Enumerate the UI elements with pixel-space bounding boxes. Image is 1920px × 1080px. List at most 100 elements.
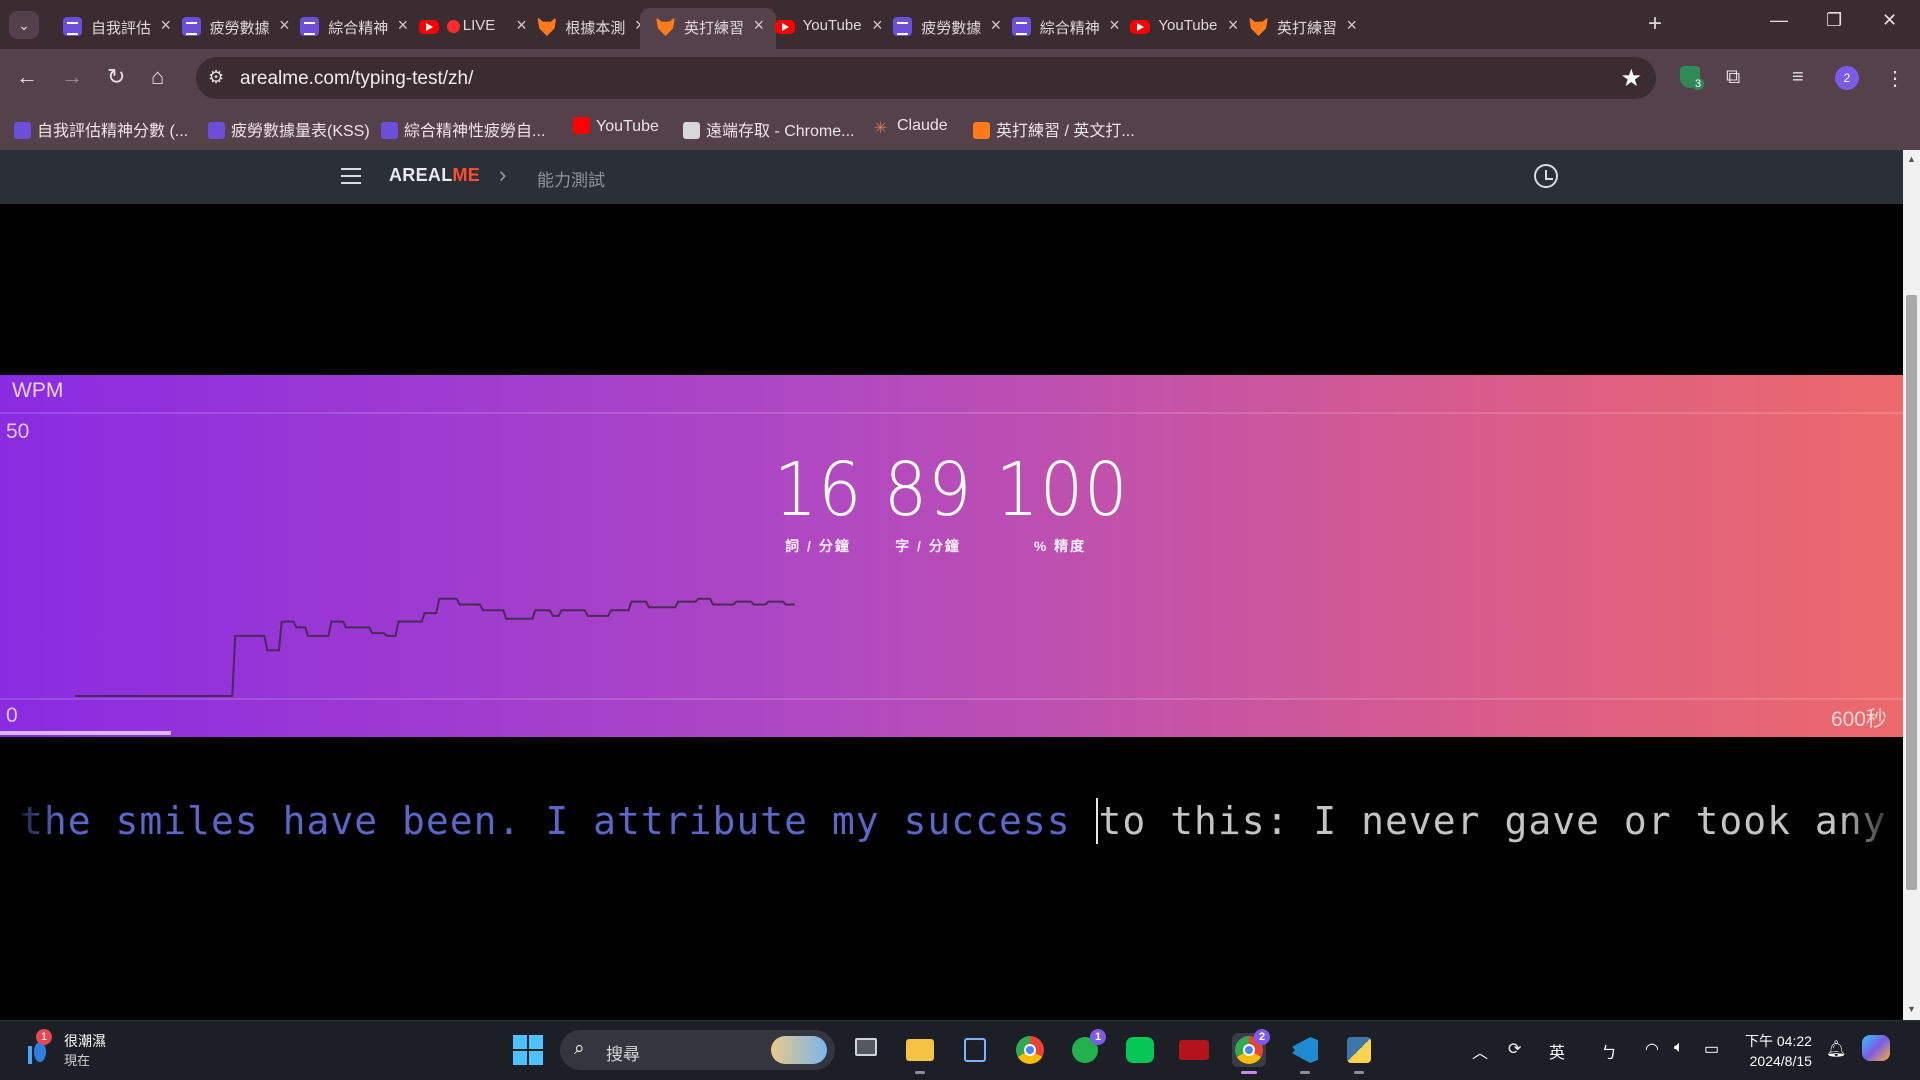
restore-button[interactable]: ❐ [1826,10,1842,31]
doc-icon [63,17,82,36]
stat-value: 16 [773,447,863,533]
profile-avatar[interactable]: 2 [1835,66,1859,90]
extensions-puzzle-icon[interactable]: ⧉ [1726,66,1740,89]
scroll-thumb[interactable] [1906,295,1917,890]
browser-tab[interactable]: 英打練習 × [1233,8,1369,44]
browser-tab[interactable]: YouTube × [759,8,895,44]
browser-tab[interactable]: 自我評估精× [47,8,183,44]
wifi-icon[interactable]: ◠ [1645,1039,1659,1059]
notification-bell-icon[interactable]: 🔔︎ [1826,1039,1846,1059]
browser-tab[interactable]: 綜合精神 × [996,8,1132,44]
clock-time: 下午 04:22 [1745,1033,1812,1049]
tab-title: 疲勞數據 [209,20,270,37]
scroll-up-arrow[interactable]: ▲ [1907,154,1916,164]
claude-icon: ✳ [874,120,888,137]
red-app-icon[interactable] [1177,1033,1211,1067]
weather-title: 很潮濕 [64,1033,106,1049]
chrome-app-icon[interactable] [1013,1033,1047,1067]
new-tab-button[interactable]: + [1648,10,1662,38]
pending-text: to this: I never gave or took any excuse… [1098,799,1900,843]
site-info-icon[interactable]: ⚙ [208,67,224,88]
site-logo[interactable]: AREALME [389,165,480,186]
scroll-down-arrow[interactable]: ▼ [1907,1004,1916,1014]
chrome-active-icon[interactable]: 2 [1232,1029,1270,1074]
search-highlight-image [771,1036,827,1064]
xbox-icon[interactable]: 1 [1068,1029,1106,1067]
extension-shield-icon[interactable]: 3 [1680,66,1705,94]
bookmark-label: Claude [897,117,948,134]
taskbar-search[interactable]: ⌕ 搜尋 [560,1030,835,1070]
browser-tab[interactable]: YouTube × [1114,8,1250,44]
bookmark-item[interactable]: 遠端存取 - Chrome... [683,117,854,141]
minimize-button[interactable]: — [1770,10,1788,31]
fox-icon [537,17,557,36]
back-button[interactable]: ← [16,64,38,90]
home-button[interactable]: ⌂ [151,64,164,90]
typed-text: the smiles have been. I attribute my suc… [20,799,1095,843]
typing-text-line[interactable]: the smiles have been. I attribute my suc… [20,798,1900,858]
start-button[interactable] [513,1035,543,1065]
browser-tab[interactable]: 疲勞數據 × [166,8,302,44]
weather-subtitle: 現在 [64,1053,91,1068]
copilot-icon[interactable] [1862,1035,1890,1066]
doc-icon [300,17,320,36]
bookmark-star-icon[interactable]: ★ [1620,64,1642,93]
battery-icon[interactable]: ▭ [1704,1039,1719,1059]
forward-button[interactable]: → [61,64,83,90]
bookmark-item[interactable]: YouTube [573,117,659,141]
file-explorer-icon[interactable] [903,1033,937,1074]
ime-mode[interactable]: ㄅ [1601,1039,1617,1063]
close-window-button[interactable]: ✕ [1882,10,1897,31]
bookmark-item[interactable]: 英打練習 / 英文打... [973,117,1135,141]
volume-icon[interactable]: 🔈︎ [1674,1039,1684,1057]
stat-label: % 精度 [1033,538,1087,554]
url-text[interactable]: arealme.com/typing-test/zh/ [240,68,473,90]
clock[interactable]: 下午 04:22 2024/8/15 [1745,1031,1812,1071]
browser-tab[interactable]: 綜合精神 × [284,8,420,44]
remote-icon [683,122,700,139]
bookmark-item[interactable]: 疲勞數據量表(KSS) [208,117,370,141]
bookmark-label: 疲勞數據量表(KSS) [231,123,370,140]
media-control-icon[interactable]: ≡ [1792,66,1804,89]
tab-title: 自我評估精 [91,20,151,37]
address-bar[interactable]: ⚙ arealme.com/typing-test/zh/ ★ [196,57,1656,99]
bookmark-item[interactable]: ✳ Claude [874,117,948,141]
extension-badge: 3 [1692,78,1705,90]
line-app-icon[interactable] [1123,1033,1157,1067]
bookmark-label: 英打練習 / 英文打... [996,123,1135,140]
tab-title: LIVE [462,17,496,34]
chrome-menu-icon[interactable]: ⋮ [1885,66,1905,91]
doc-icon [14,122,31,139]
doc-icon [893,17,913,36]
browser-tab[interactable]: 英打練習 × [640,8,776,49]
test-progress-bar [0,731,1903,735]
bookmark-label: 遠端存取 - Chrome... [706,123,855,140]
menu-icon[interactable] [341,168,361,184]
stat-chars-per-minute: 89 字 / 分鐘 [880,450,976,556]
windows-taskbar: 1 很潮濕 現在 ⌕ 搜尋 1 2 ︿ ⟳ 英 ㄅ ◠ 🔈︎ ▭ 下午 04:2… [0,1020,1920,1080]
task-view-icon[interactable] [849,1033,883,1067]
close-tab-icon[interactable]: × [1346,15,1357,36]
bookmark-item[interactable]: 綜合精神性疲勞自... [381,117,545,141]
tab-search-button[interactable]: ⌄ [9,11,39,39]
browser-tab[interactable]: 疲勞數據 × [877,8,1013,44]
test-progress-fill [0,731,172,735]
python-app-icon[interactable] [1342,1033,1376,1074]
bookmark-item[interactable]: 自我評估精神分數 (... [14,117,188,141]
doc-icon [381,122,398,139]
tray-overflow-chevron-icon[interactable]: ︿ [1472,1039,1488,1063]
doc-icon [208,122,225,139]
breadcrumb-category[interactable]: 能力測試 [537,166,605,191]
history-icon[interactable] [1534,164,1558,188]
bookmark-label: 綜合精神性疲勞自... [404,123,546,140]
ime-language[interactable]: 英 [1549,1039,1565,1063]
snipping-tool-icon[interactable] [958,1033,992,1067]
bookmark-label: YouTube [596,118,659,135]
reload-button[interactable]: ↻ [107,64,125,90]
sync-icon[interactable]: ⟳ [1508,1039,1521,1059]
y-axis-max-label: 50 [6,420,30,443]
browser-tab[interactable]: LIVE × [403,8,539,44]
vscode-icon[interactable] [1288,1033,1322,1074]
page-scrollbar[interactable]: ▲ ▼ [1903,150,1920,1020]
browser-tab[interactable]: 根據本測× [521,8,657,44]
